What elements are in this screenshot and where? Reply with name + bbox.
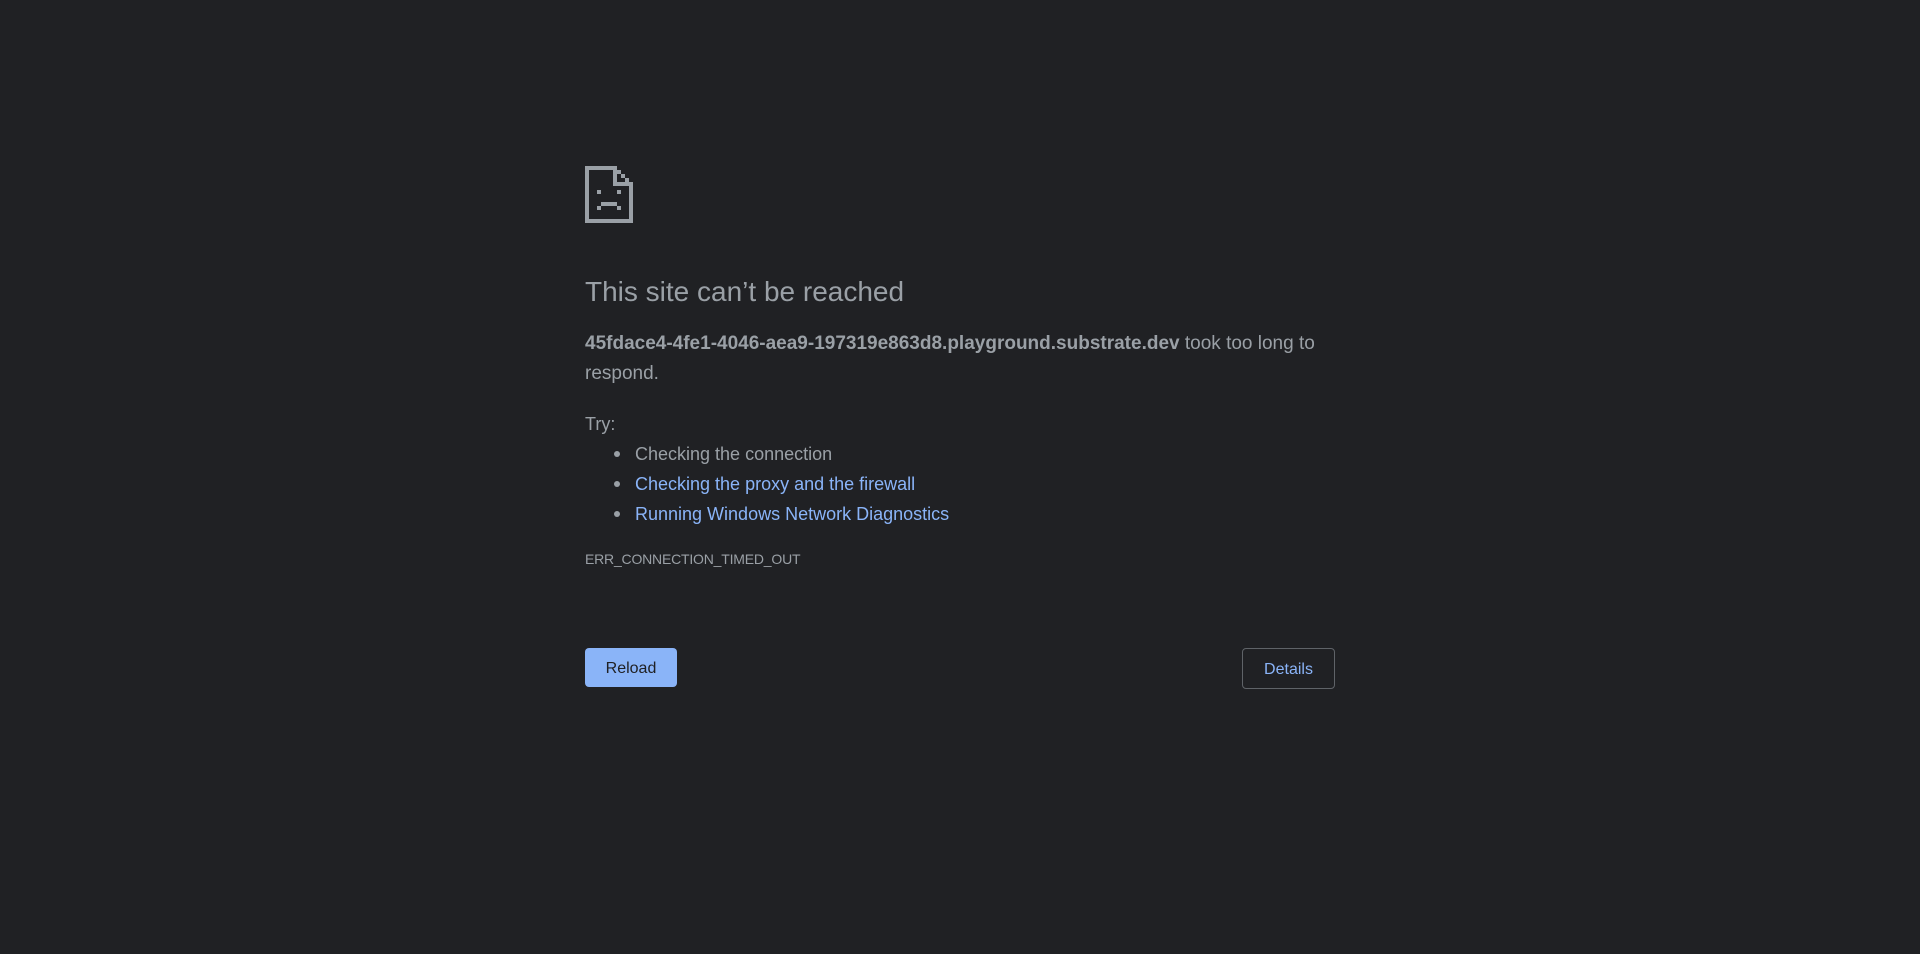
button-row: Reload Details [585,648,1335,690]
suggestion-network-diagnostics: Running Windows Network Diagnostics [614,499,1335,529]
try-label: Try: [585,414,616,434]
error-page: This site can’t be reached 45fdace4-4fe1… [0,0,1920,954]
suggestions-list: Checking the connection Checking the pro… [585,439,1335,529]
suggestion-label: Checking the connection [635,444,833,464]
details-button[interactable]: Details [1242,648,1335,689]
error-content: This site can’t be reached 45fdace4-4fe1… [585,166,1335,569]
proxy-firewall-link[interactable]: Checking the proxy and the firewall [635,474,915,494]
network-diagnostics-link[interactable]: Running Windows Network Diagnostics [635,504,949,524]
error-summary: 45fdace4-4fe1-4046-aea9-197319e863d8.pla… [585,329,1335,389]
sad-document-icon [585,166,633,223]
reload-button[interactable]: Reload [585,648,677,687]
page-title: This site can’t be reached [585,276,905,307]
suggestion-check-connection: Checking the connection [614,439,1335,469]
error-code: ERR_CONNECTION_TIMED_OUT [585,551,801,567]
suggestion-check-proxy-firewall: Checking the proxy and the firewall [614,469,1335,499]
host-name: 45fdace4-4fe1-4046-aea9-197319e863d8.pla… [585,333,1180,354]
